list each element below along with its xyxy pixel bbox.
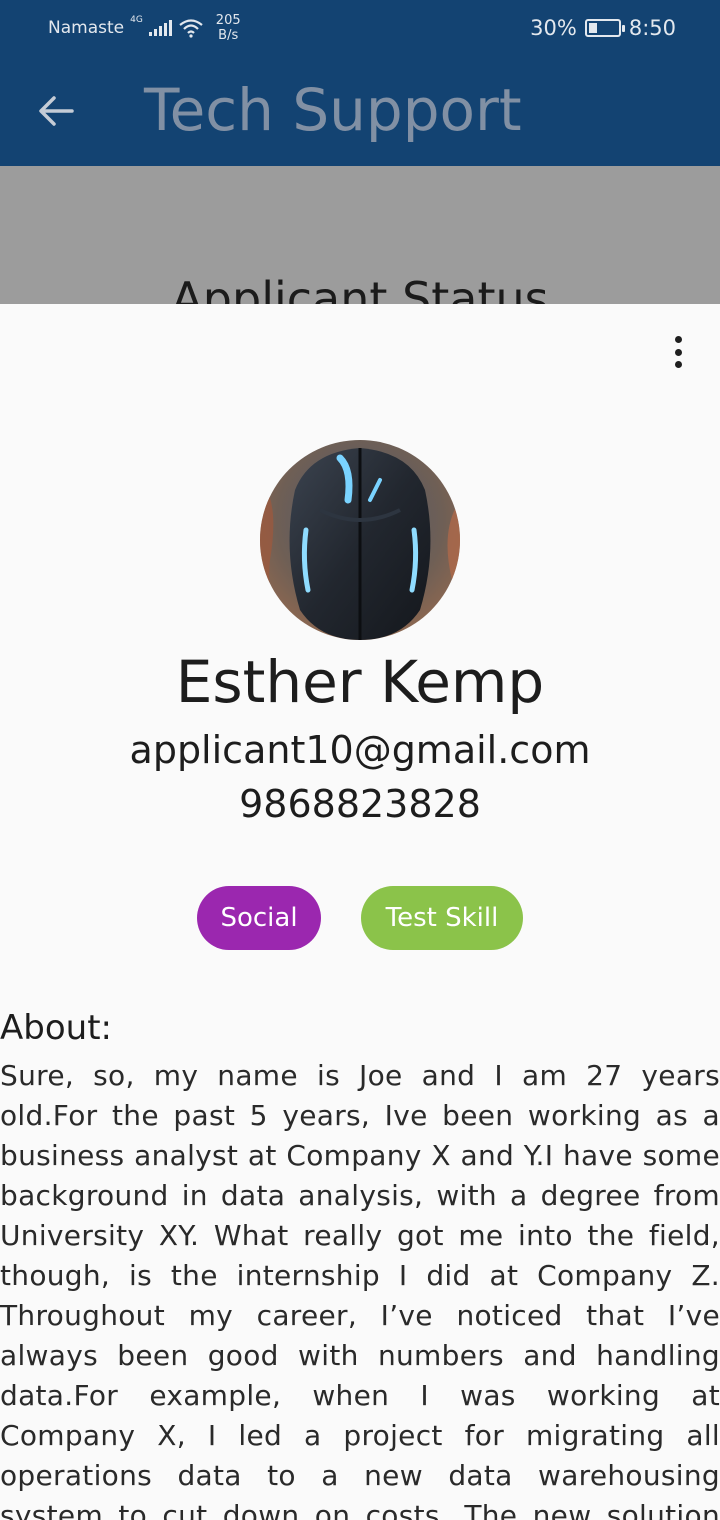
speed-unit: B/s [218,28,239,43]
status-right: 30% 8:50 [530,0,676,56]
test-skill-chip[interactable]: Test Skill [361,886,523,950]
network-speed: 205 B/s [216,13,241,43]
background-page-scrim[interactable]: Applicant Status [0,166,720,304]
battery-percent: 30% [530,16,577,40]
app-title: Tech Support [144,76,522,144]
app-bar: Tech Support [0,56,720,166]
status-bar: Namaste 4G 205 B/s 30% 8:50 [0,0,720,56]
status-left: Namaste 4G 205 B/s [48,0,241,56]
carrier-name: Namaste [48,18,125,38]
signal-icon [148,20,172,36]
about-text: Sure, so, my name is Joe and I am 27 yea… [0,1059,720,1520]
network-type: 4G [130,15,143,25]
battery-fill [588,23,598,33]
applicant-name: Esther Kemp [175,648,545,716]
background-page-heading: Applicant Status [171,272,549,304]
wifi-icon [179,19,203,38]
social-chip[interactable]: Social [197,886,321,950]
back-button[interactable] [30,88,82,134]
applicant-phone: 9868823828 [239,782,481,826]
speed-value: 205 [215,13,241,28]
applicant-email: applicant10@gmail.com [129,728,591,772]
more-options-button[interactable] [666,332,690,372]
avatar-image [260,440,460,640]
more-vert-icon [674,336,682,343]
avatar [260,440,460,640]
applicant-profile-sheet: Esther Kemp applicant10@gmail.com 986882… [0,304,720,1520]
clock: 8:50 [628,16,676,40]
arrow-left-icon [39,96,74,126]
battery-icon [584,19,625,37]
about-heading: About: [0,1008,112,1048]
